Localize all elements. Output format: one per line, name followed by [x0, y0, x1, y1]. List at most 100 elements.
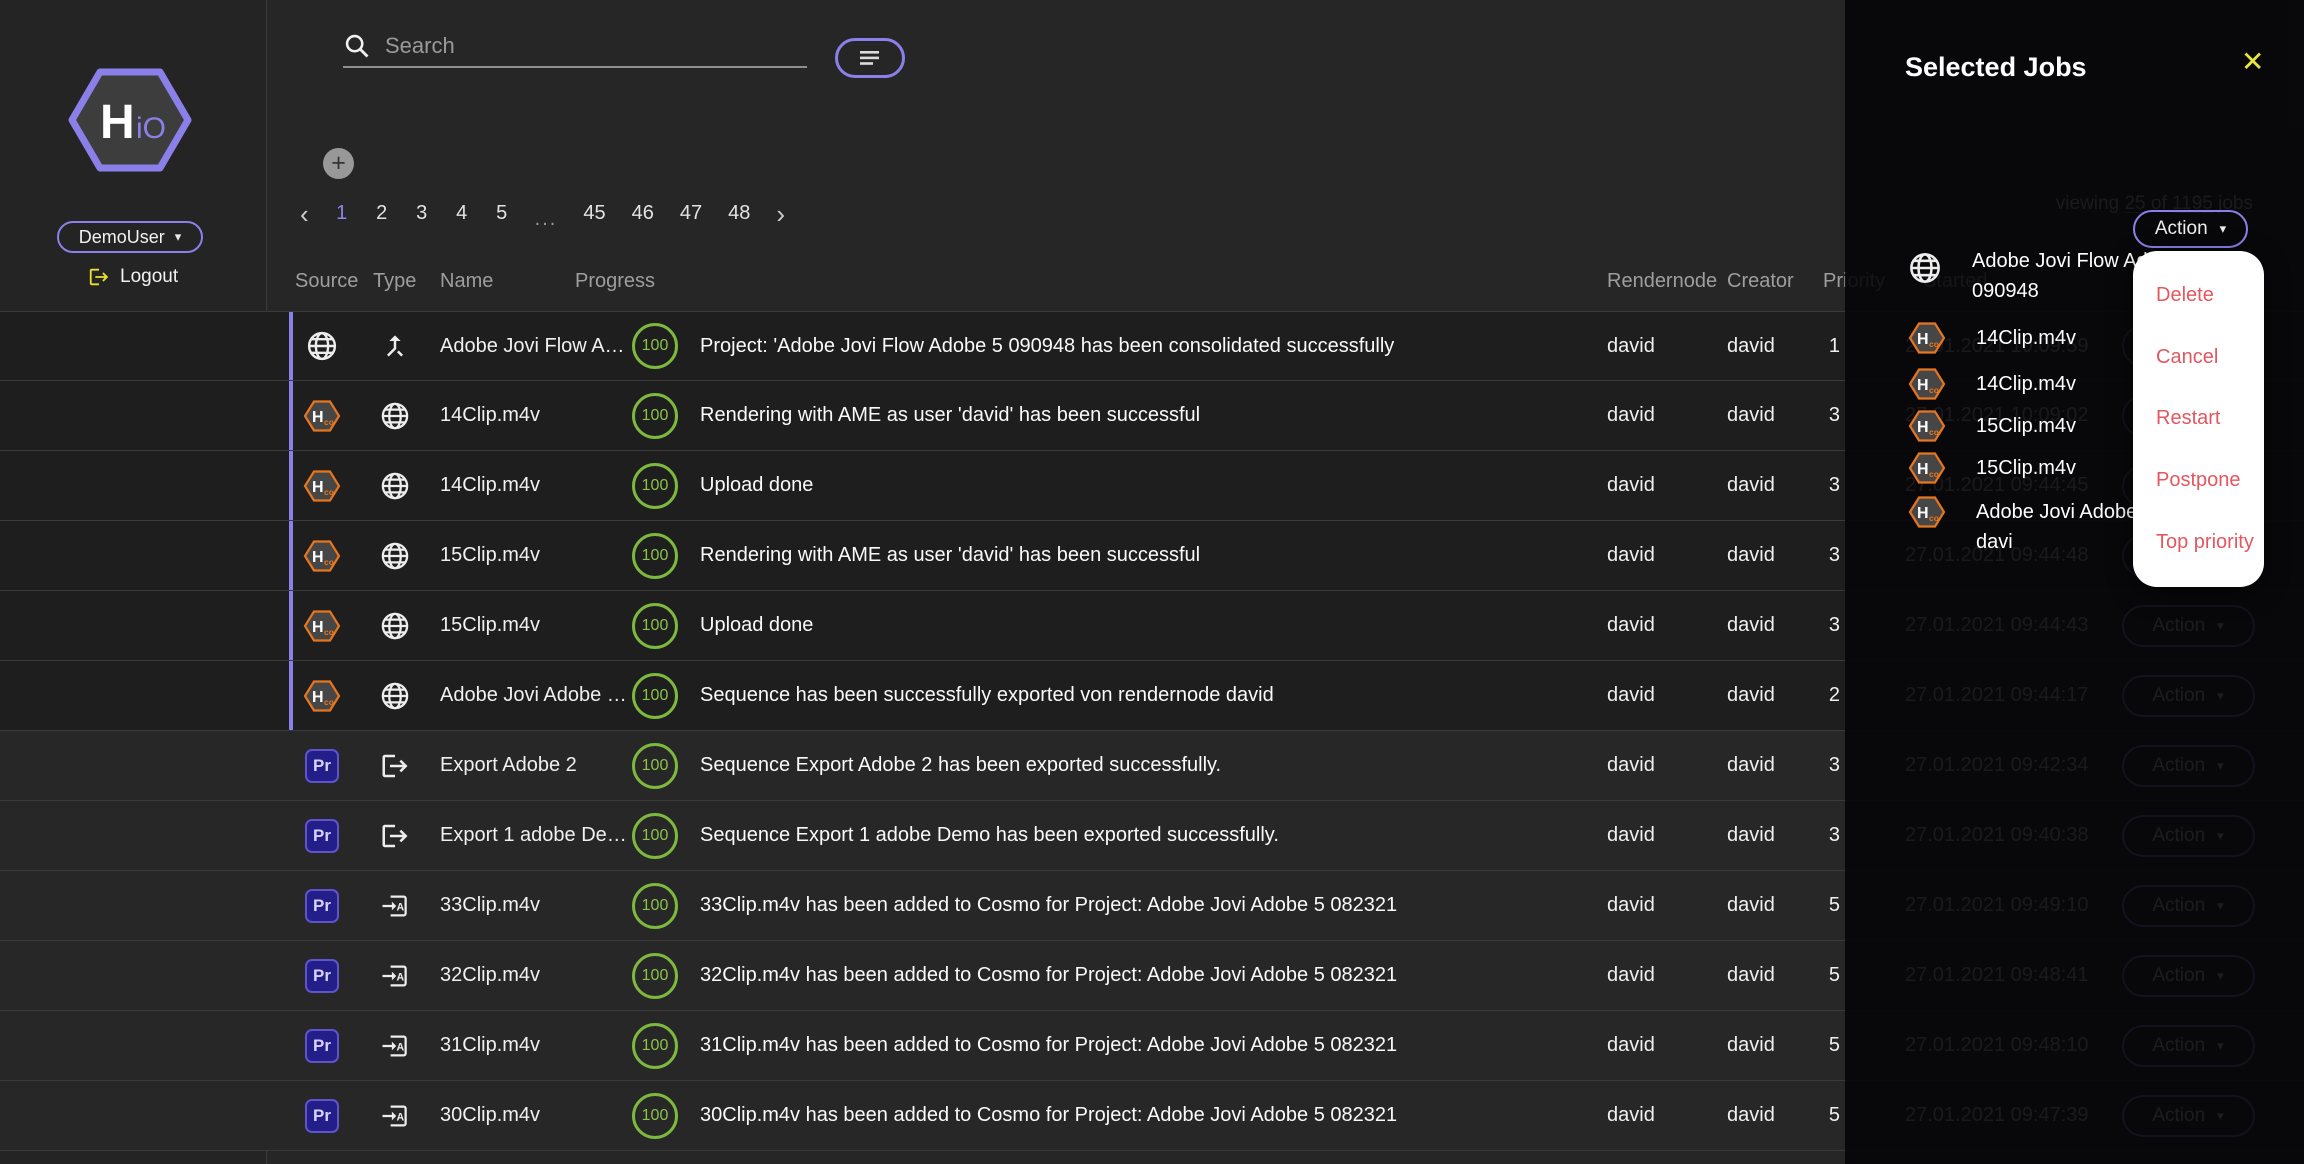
job-priority: 3 — [1780, 731, 1840, 800]
job-description: Upload done — [700, 451, 1580, 520]
job-priority: 2 — [1780, 661, 1840, 730]
svg-text:H: H — [100, 96, 135, 149]
job-priority: 5 — [1780, 871, 1840, 940]
page-button-5[interactable]: 5 — [495, 202, 509, 225]
job-name: 33Clip.m4v — [440, 871, 625, 940]
pagination: ‹ 1 2 3 4 5 ... 45 46 47 48 › — [300, 196, 785, 231]
type-import-icon — [371, 941, 419, 1010]
menu-item-cancel[interactable]: Cancel — [2133, 346, 2264, 369]
page-button-3[interactable]: 3 — [415, 202, 429, 225]
selected-job-item[interactable]: 15Clip.m4v — [1907, 408, 2076, 444]
search-input[interactable] — [385, 33, 765, 59]
job-rendernode: david — [1607, 591, 1717, 660]
job-description: Rendering with AME as user 'david' has b… — [700, 381, 1580, 450]
source-premiere-icon: Pr — [298, 801, 346, 870]
source-hexagon-hco-icon — [298, 451, 346, 520]
column-header-rendernode: Rendernode — [1607, 270, 1717, 293]
page-button-2[interactable]: 2 — [375, 202, 389, 225]
hexagon-hco-icon — [1907, 494, 1947, 530]
job-name: 30Clip.m4v — [440, 1081, 625, 1150]
column-header-source: Source — [295, 270, 358, 293]
job-description: 32Clip.m4v has been added to Cosmo for P… — [700, 941, 1580, 1010]
progress-badge: 100 — [632, 813, 678, 859]
job-description: 30Clip.m4v has been added to Cosmo for P… — [700, 1081, 1580, 1150]
selected-job-name: Adobe Jovi Adobe davi — [1976, 497, 2137, 557]
selected-job-item[interactable]: 15Clip.m4v — [1907, 450, 2076, 486]
hexagon-hco-icon — [1907, 320, 1947, 356]
user-name: DemoUser — [79, 227, 165, 248]
page-button-1[interactable]: 1 — [335, 202, 349, 225]
selected-job-name: 15Clip.m4v — [1976, 411, 2076, 441]
source-premiere-icon: Pr — [298, 871, 346, 940]
user-menu-button[interactable]: DemoUser ▾ — [57, 221, 203, 253]
job-priority: 5 — [1780, 941, 1840, 1010]
type-globe-icon — [371, 591, 419, 660]
type-globe-icon — [371, 521, 419, 590]
selected-job-name: 14Clip.m4v — [1976, 323, 2076, 353]
selected-job-item[interactable]: Adobe Jovi Adobe davi — [1907, 494, 2137, 557]
prev-page-chevron[interactable]: ‹ — [300, 205, 309, 223]
panel-title: Selected Jobs — [1905, 52, 2087, 83]
menu-item-restart[interactable]: Restart — [2133, 407, 2264, 430]
page-button-4[interactable]: 4 — [455, 202, 469, 225]
progress-badge: 100 — [632, 673, 678, 719]
job-name: Export Adobe 2 — [440, 731, 625, 800]
progress-badge: 100 — [632, 323, 678, 369]
menu-item-postpone[interactable]: Postpone — [2133, 469, 2264, 492]
selected-job-name: 14Clip.m4v — [1976, 369, 2076, 399]
job-description: 33Clip.m4v has been added to Cosmo for P… — [700, 871, 1580, 940]
hexagon-hco-icon — [1907, 366, 1947, 402]
column-header-type: Type — [373, 270, 416, 293]
selected-job-item[interactable]: 14Clip.m4v — [1907, 366, 2076, 402]
job-description: Sequence Export 1 adobe Demo has been ex… — [700, 801, 1580, 870]
filter-lines-icon — [858, 49, 882, 67]
panel-action-button[interactable]: Action▾ — [2133, 210, 2248, 248]
job-rendernode: david — [1607, 521, 1717, 590]
menu-item-delete[interactable]: Delete — [2133, 284, 2264, 307]
page-button-47[interactable]: 47 — [680, 202, 702, 225]
page-button-48[interactable]: 48 — [728, 202, 750, 225]
page-button-46[interactable]: 46 — [632, 202, 654, 225]
job-name: 15Clip.m4v — [440, 591, 625, 660]
menu-item-top-priority[interactable]: Top priority — [2133, 531, 2264, 554]
job-name: 14Clip.m4v — [440, 451, 625, 520]
job-priority: 3 — [1780, 451, 1840, 520]
progress-badge: 100 — [632, 1023, 678, 1069]
source-premiere-icon: Pr — [298, 731, 346, 800]
job-rendernode: david — [1607, 1011, 1717, 1080]
job-description: Sequence has been successfully exported … — [700, 661, 1580, 730]
job-priority: 3 — [1780, 381, 1840, 450]
progress-badge: 100 — [632, 463, 678, 509]
search-icon — [343, 32, 371, 60]
job-priority: 5 — [1780, 1011, 1840, 1080]
selected-job-item[interactable]: 14Clip.m4v — [1907, 320, 2076, 356]
type-globe-icon — [371, 381, 419, 450]
progress-badge: 100 — [632, 883, 678, 929]
progress-badge: 100 — [632, 1093, 678, 1139]
app-logo-hexagon-icon: H iO — [66, 64, 194, 176]
type-merge-icon — [371, 312, 419, 380]
filter-button[interactable] — [835, 38, 905, 78]
column-header-creator: Creator — [1727, 270, 1794, 293]
chevron-down-icon: ▾ — [2220, 221, 2227, 237]
column-header-name: Name — [440, 270, 493, 293]
page-button-45[interactable]: 45 — [583, 202, 605, 225]
job-name: Adobe Jovi Adobe … — [440, 661, 625, 730]
progress-badge: 100 — [632, 533, 678, 579]
next-page-chevron[interactable]: › — [776, 205, 785, 223]
job-rendernode: david — [1607, 451, 1717, 520]
add-button[interactable]: + — [323, 148, 354, 179]
close-icon[interactable]: ✕ — [2241, 48, 2264, 76]
job-rendernode: david — [1607, 1081, 1717, 1150]
job-rendernode: david — [1607, 801, 1717, 870]
job-name: 32Clip.m4v — [440, 941, 625, 1010]
source-premiere-icon: Pr — [298, 941, 346, 1010]
column-header-progress: Progress — [575, 270, 655, 293]
app-root: H iO DemoUser ▾ Logout Dashboard + ‹ 1 2… — [0, 0, 2304, 1164]
job-priority: 3 — [1780, 591, 1840, 660]
source-hexagon-hco-icon — [298, 381, 346, 450]
job-name: Adobe Jovi Flow A… — [440, 312, 625, 380]
job-priority: 3 — [1780, 801, 1840, 870]
job-rendernode: david — [1607, 661, 1717, 730]
progress-badge: 100 — [632, 743, 678, 789]
